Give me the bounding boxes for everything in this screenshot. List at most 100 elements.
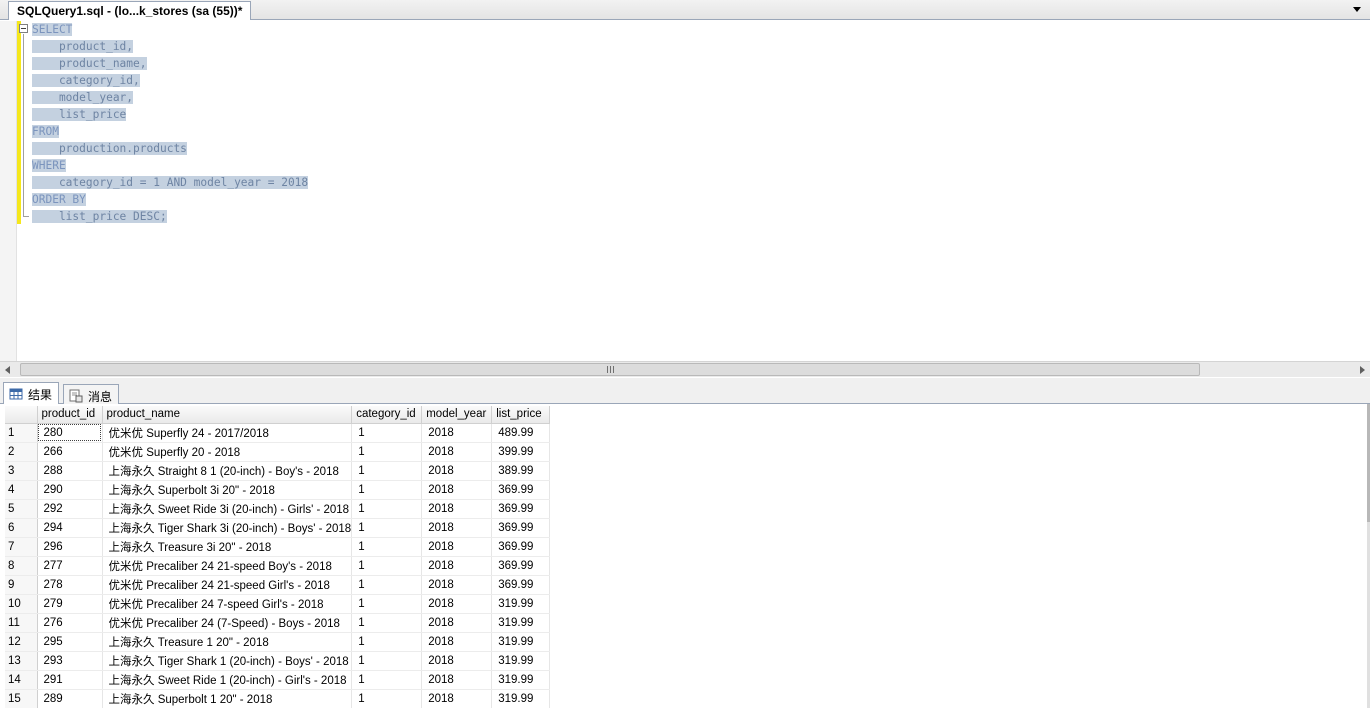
table-cell[interactable]: 优米优 Precaliber 24 7-speed Girl's - 2018 bbox=[102, 594, 353, 614]
table-cell[interactable]: 319.99 bbox=[491, 613, 551, 633]
results-grid[interactable]: product_id product_name category_id mode… bbox=[5, 406, 551, 708]
table-cell[interactable]: 369.99 bbox=[491, 537, 551, 557]
table-cell[interactable]: 369.99 bbox=[491, 575, 551, 595]
table-cell[interactable]: 上海永久 Treasure 1 20" - 2018 bbox=[102, 632, 353, 652]
table-cell[interactable]: 279 bbox=[37, 594, 103, 614]
table-cell[interactable]: 289 bbox=[37, 689, 103, 708]
table-cell[interactable]: 291 bbox=[37, 670, 103, 690]
table-row[interactable]: 15 289 上海永久 Superbolt 1 20" - 2018 1 2018 319… bbox=[5, 689, 551, 708]
row-number-cell[interactable]: 5 bbox=[5, 499, 38, 519]
table-row[interactable]: 10 279 优米优 Precaliber 24 7-speed Girl's - … bbox=[5, 594, 551, 614]
code-line[interactable]: ORDER BY bbox=[32, 191, 308, 208]
code-line[interactable]: production.products bbox=[32, 140, 308, 157]
table-cell[interactable]: 319.99 bbox=[491, 594, 551, 614]
code-line[interactable]: product_id, bbox=[32, 38, 308, 55]
table-cell[interactable]: 296 bbox=[37, 537, 103, 557]
table-cell[interactable]: 292 bbox=[37, 499, 103, 519]
table-cell[interactable]: 2018 bbox=[421, 442, 493, 462]
column-header[interactable]: product_name bbox=[102, 406, 353, 424]
row-number-cell[interactable]: 1 bbox=[5, 423, 38, 443]
table-cell[interactable]: 266 bbox=[37, 442, 103, 462]
table-cell[interactable]: 2018 bbox=[421, 518, 493, 538]
table-row[interactable]: 7 296 上海永久 Treasure 3i 20" - 2018 1 2018 369.… bbox=[5, 537, 551, 557]
table-cell[interactable]: 上海永久 Straight 8 1 (20-inch) - Boy's - 20… bbox=[102, 461, 353, 481]
table-cell[interactable]: 319.99 bbox=[491, 632, 551, 652]
table-cell[interactable]: 290 bbox=[37, 480, 103, 500]
editor-horizontal-scrollbar[interactable] bbox=[0, 361, 1370, 377]
code-line[interactable]: list_price DESC; bbox=[32, 208, 308, 225]
row-number-cell[interactable]: 11 bbox=[5, 613, 38, 633]
table-row[interactable]: 3 288 上海永久 Straight 8 1 (20-inch) - Boy's … bbox=[5, 461, 551, 481]
table-cell[interactable]: 280 bbox=[37, 423, 103, 443]
table-cell[interactable]: 1 bbox=[351, 499, 423, 519]
table-cell[interactable]: 278 bbox=[37, 575, 103, 595]
document-tab[interactable]: SQLQuery1.sql - (lo...k_stores (sa (55))… bbox=[8, 1, 252, 20]
table-cell[interactable]: 1 bbox=[351, 632, 423, 652]
table-cell[interactable]: 1 bbox=[351, 480, 423, 500]
column-header[interactable]: model_year bbox=[421, 406, 493, 424]
table-cell[interactable]: 489.99 bbox=[491, 423, 551, 443]
table-row[interactable]: 11 276 优米优 Precaliber 24 (7-Speed) - Boys … bbox=[5, 613, 551, 633]
table-cell[interactable]: 276 bbox=[37, 613, 103, 633]
code-line[interactable]: list_price bbox=[32, 106, 308, 123]
row-number-cell[interactable]: 12 bbox=[5, 632, 38, 652]
column-header[interactable]: product_id bbox=[37, 406, 103, 424]
table-cell[interactable]: 1 bbox=[351, 594, 423, 614]
table-row[interactable]: 13 293 上海永久 Tiger Shark 1 (20-inch) - Boys… bbox=[5, 651, 551, 671]
table-cell[interactable]: 1 bbox=[351, 670, 423, 690]
sql-editor[interactable]: SELECT product_id, product_name, categor… bbox=[0, 21, 1370, 361]
table-cell[interactable]: 2018 bbox=[421, 480, 493, 500]
code-line[interactable]: category_id = 1 AND model_year = 2018 bbox=[32, 174, 309, 191]
code-line[interactable]: model_year, bbox=[32, 89, 308, 106]
row-number-cell[interactable]: 3 bbox=[5, 461, 38, 481]
table-cell[interactable]: 369.99 bbox=[491, 518, 551, 538]
row-number-cell[interactable]: 4 bbox=[5, 480, 38, 500]
table-cell[interactable]: 上海永久 Sweet Ride 3i (20-inch) - Girls' - … bbox=[102, 499, 353, 519]
table-cell[interactable]: 1 bbox=[351, 613, 423, 633]
table-cell[interactable]: 1 bbox=[351, 651, 423, 671]
code-line[interactable]: WHERE bbox=[32, 157, 308, 174]
table-cell[interactable]: 2018 bbox=[421, 689, 493, 708]
table-cell[interactable]: 1 bbox=[351, 423, 423, 443]
table-cell[interactable]: 319.99 bbox=[491, 670, 551, 690]
table-cell[interactable]: 1 bbox=[351, 537, 423, 557]
table-cell[interactable]: 288 bbox=[37, 461, 103, 481]
table-cell[interactable]: 319.99 bbox=[491, 651, 551, 671]
table-row[interactable]: 9 278 优米优 Precaliber 24 21-speed Girl's - … bbox=[5, 575, 551, 595]
table-row[interactable]: 1 280 优米优 Superfly 24 - 2017/2018 1 2018 489.… bbox=[5, 423, 551, 443]
table-cell[interactable]: 293 bbox=[37, 651, 103, 671]
table-cell[interactable]: 上海永久 Treasure 3i 20" - 2018 bbox=[102, 537, 353, 557]
table-cell[interactable]: 2018 bbox=[421, 632, 493, 652]
row-number-cell[interactable]: 10 bbox=[5, 594, 38, 614]
tab-results[interactable]: 结果 bbox=[3, 382, 60, 405]
row-number-header[interactable] bbox=[5, 406, 38, 424]
code-line[interactable]: FROM bbox=[32, 123, 308, 140]
code-line[interactable]: product_name, bbox=[32, 55, 308, 72]
table-row[interactable]: 14 291 上海永久 Sweet Ride 1 (20-inch) - Girl'… bbox=[5, 670, 551, 690]
code-line[interactable]: SELECT bbox=[32, 21, 308, 38]
row-number-cell[interactable]: 14 bbox=[5, 670, 38, 690]
table-row[interactable]: 12 295 上海永久 Treasure 1 20" - 2018 1 2018 319.… bbox=[5, 632, 551, 652]
table-cell[interactable]: 优米优 Superfly 24 - 2017/2018 bbox=[102, 423, 353, 443]
tab-list-dropdown-icon[interactable] bbox=[1352, 4, 1362, 14]
row-number-cell[interactable]: 8 bbox=[5, 556, 38, 576]
table-cell[interactable]: 2018 bbox=[421, 594, 493, 614]
table-cell[interactable]: 2018 bbox=[421, 670, 493, 690]
scrollbar-thumb[interactable] bbox=[20, 363, 1200, 376]
code-text[interactable]: SELECT product_id, product_name, categor… bbox=[32, 21, 309, 225]
table-row[interactable]: 2 266 优米优 Superfly 20 - 2018 1 2018 399.99 bbox=[5, 442, 551, 462]
row-number-cell[interactable]: 6 bbox=[5, 518, 38, 538]
column-header[interactable]: category_id bbox=[351, 406, 423, 424]
table-cell[interactable]: 295 bbox=[37, 632, 103, 652]
table-cell[interactable]: 1 bbox=[351, 556, 423, 576]
table-row[interactable]: 8 277 优米优 Precaliber 24 21-speed Boy's - 2… bbox=[5, 556, 551, 576]
row-number-cell[interactable]: 7 bbox=[5, 537, 38, 557]
table-cell[interactable]: 369.99 bbox=[491, 480, 551, 500]
table-cell[interactable]: 1 bbox=[351, 518, 423, 538]
table-cell[interactable]: 优米优 Superfly 20 - 2018 bbox=[102, 442, 353, 462]
table-cell[interactable]: 319.99 bbox=[491, 689, 551, 708]
table-cell[interactable]: 2018 bbox=[421, 537, 493, 557]
table-cell[interactable]: 上海永久 Superbolt 1 20" - 2018 bbox=[102, 689, 353, 708]
row-number-cell[interactable]: 9 bbox=[5, 575, 38, 595]
table-cell[interactable]: 2018 bbox=[421, 556, 493, 576]
